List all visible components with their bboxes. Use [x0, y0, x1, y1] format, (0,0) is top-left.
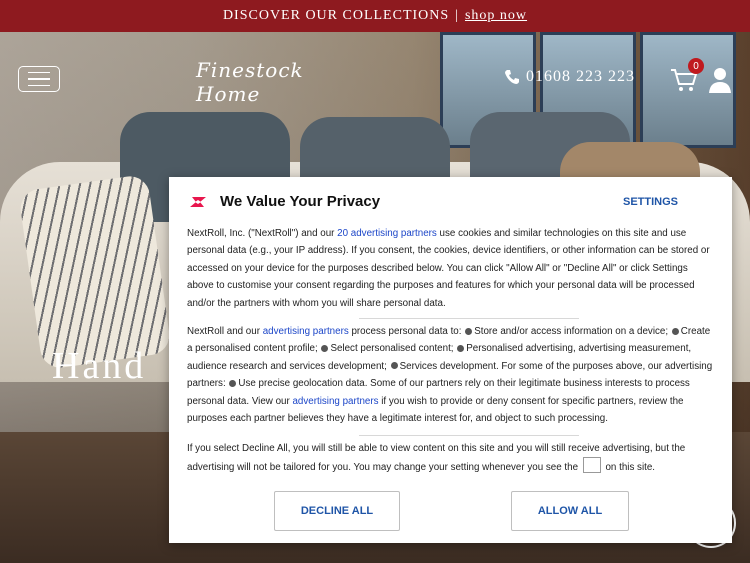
dialog-title: We Value Your Privacy — [220, 193, 381, 210]
user-icon[interactable] — [708, 66, 732, 94]
site-header: Finestock Home 01608 223 223 0 — [0, 32, 750, 127]
divider — [359, 318, 579, 319]
nextroll-logo-icon — [190, 196, 206, 207]
purpose-item: Select personalised content; — [330, 343, 457, 355]
consent-intro-text: NextRoll, Inc. ("NextRoll") and our 20 a… — [187, 225, 713, 312]
phone-number: 01608 223 223 — [526, 68, 635, 85]
privacy-consent-dialog: We Value Your Privacy SETTINGS NextRoll,… — [169, 177, 732, 543]
divider — [359, 435, 579, 436]
bullet-icon — [465, 327, 473, 335]
promo-separator: | — [455, 8, 459, 23]
settings-button[interactable]: SETTINGS — [623, 196, 678, 208]
site-logo[interactable]: Finestock Home — [196, 54, 372, 110]
hamburger-icon — [28, 84, 50, 87]
decline-all-button[interactable]: DECLINE ALL — [274, 491, 400, 531]
hamburger-icon — [28, 71, 50, 74]
bullet-icon — [390, 362, 398, 370]
throw-blanket — [18, 173, 172, 371]
advertising-partners-link[interactable]: advertising partners — [263, 326, 349, 337]
phone-icon — [505, 70, 519, 84]
hamburger-icon — [28, 78, 50, 80]
cart-count-badge: 0 — [688, 58, 704, 74]
logo-text: Finestock Home — [196, 58, 304, 106]
purposes-text-part: NextRoll and our — [187, 326, 263, 337]
menu-button[interactable] — [18, 66, 60, 92]
consent-purposes-text: NextRoll and our advertising partners pr… — [187, 323, 713, 427]
hero-title: Hand — [52, 345, 147, 387]
bullet-icon — [321, 344, 329, 352]
bullet-icon — [671, 327, 679, 335]
shop-now-link[interactable]: shop now — [465, 8, 527, 24]
bullet-icon — [229, 379, 237, 387]
promo-text: DISCOVER OUR COLLECTIONS — [222, 8, 450, 23]
dialog-header: We Value Your Privacy — [188, 193, 380, 210]
consent-decline-text: If you select Decline All, you will stil… — [187, 440, 713, 477]
purposes-text-part: process personal data to: — [348, 326, 465, 337]
intro-text-part: use cookies and similar technologies on … — [187, 228, 710, 309]
intro-text-part: NextRoll, Inc. ("NextRoll") and our — [187, 228, 338, 239]
allow-all-button[interactable]: ALLOW ALL — [511, 491, 629, 531]
nextroll-small-icon — [582, 457, 601, 474]
decline-text-part: on this site. — [602, 462, 656, 474]
advertising-partners-link[interactable]: 20 advertising partners — [337, 228, 437, 239]
advertising-partners-link[interactable]: advertising partners — [292, 396, 378, 407]
bullet-icon — [457, 344, 465, 352]
promo-bar: DISCOVER OUR COLLECTIONS | shop now — [0, 0, 750, 32]
phone-link[interactable]: 01608 223 223 — [504, 68, 635, 86]
purpose-item: Store and/or access information on a dev… — [474, 326, 671, 337]
